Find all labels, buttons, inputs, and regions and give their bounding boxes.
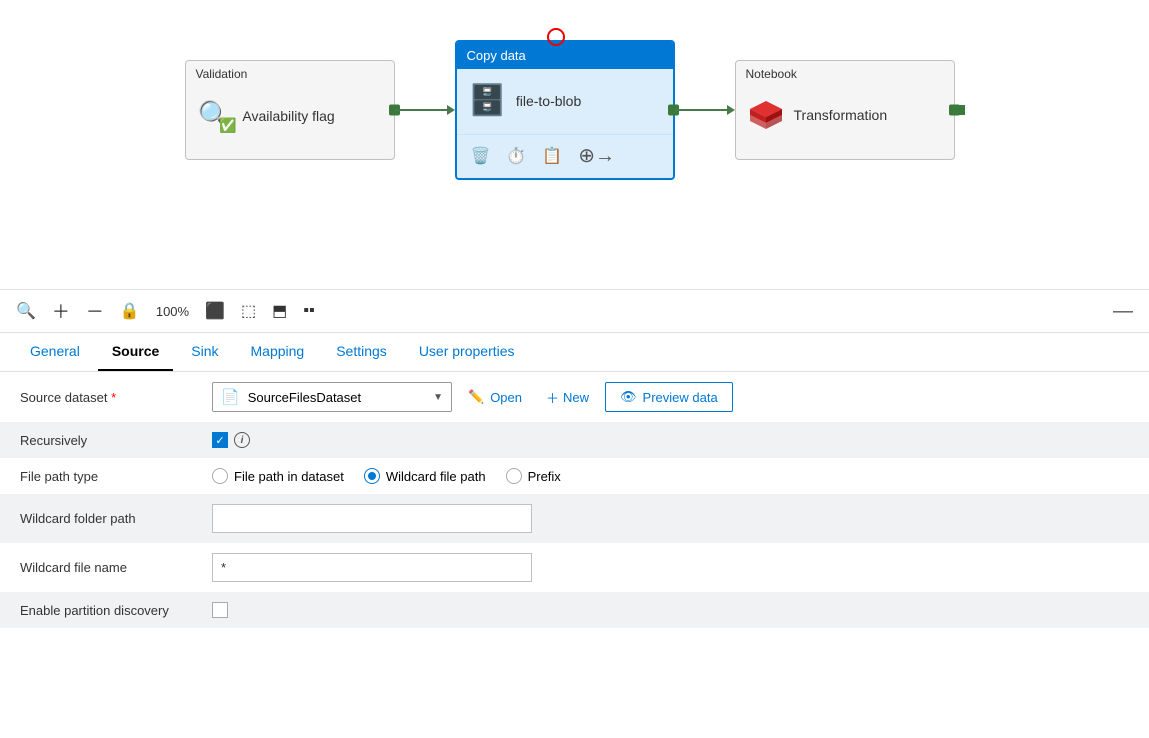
notebook-node-label: Transformation [794,107,888,123]
copy-node-error-indicator [547,28,565,46]
new-button[interactable]: ＋ New [538,383,597,412]
search-toolbar-icon[interactable]: 🔍 [16,301,36,321]
pipeline-canvas: Validation 🔍✅ Availability flag Copy dat… [0,0,1149,290]
source-dataset-label: Source dataset * [20,390,200,405]
notebook-node[interactable]: Notebook Transformation [735,60,955,160]
copy-node-icon: 🗄️ [469,83,506,118]
source-dataset-control: 📄 SourceFilesDataset ▼ ✏️ Open ＋ New 👁 P… [212,382,1129,412]
validation-node-label: Availability flag [242,108,334,124]
recursively-checkbox[interactable]: ✓ [212,432,228,448]
recursively-row: Recursively ✓ i [0,422,1149,458]
tab-source[interactable]: Source [98,333,173,371]
wildcard-folder-control [212,504,1129,533]
file-path-type-label: File path type [20,469,200,484]
file-path-type-control: File path in dataset Wildcard file path … [212,468,1129,484]
auto-layout-icon[interactable]: ⬒ [272,301,287,321]
recursively-label: Recursively [20,433,200,448]
pipeline-row: Validation 🔍✅ Availability flag Copy dat… [0,40,1149,180]
copy-node-title: Copy data [457,42,673,69]
dataset-value: SourceFilesDataset [248,390,425,405]
wildcard-folder-input[interactable] [212,504,532,533]
select-icon[interactable]: ⬚ [241,301,256,321]
zoom-level[interactable]: 100% [156,304,189,319]
tabs-bar: General Source Sink Mapping Settings Use… [0,333,1149,372]
radio-wildcard-label: Wildcard file path [386,469,486,484]
layout-icon[interactable]: ▪▪ [303,302,314,320]
wildcard-file-control [212,553,1129,582]
activity-icon[interactable]: ⏱️ [502,142,530,170]
radio-wildcard-circle[interactable] [364,468,380,484]
arrow-line-2 [675,109,727,111]
connect-icon[interactable]: ⊕→ [574,139,619,172]
dataset-icon: 📄 [221,388,240,406]
plus-icon: ＋ [546,388,559,407]
tab-sink[interactable]: Sink [177,333,232,371]
dropdown-chevron-icon: ▼ [433,392,443,403]
wildcard-folder-row: Wildcard folder path [0,494,1149,543]
recursively-control: ✓ i [212,432,1129,448]
partition-row: Enable partition discovery [0,592,1149,628]
copy-node-body: 🗄️ file-to-blob [457,69,673,132]
recursively-info-icon[interactable]: i [234,432,250,448]
radio-wildcard-file-path[interactable]: Wildcard file path [364,468,486,484]
radio-prefix-label: Prefix [528,469,561,484]
wildcard-file-input[interactable] [212,553,532,582]
validation-icon: 🔍✅ [198,99,233,132]
tab-user-properties[interactable]: User properties [405,333,529,371]
tab-settings[interactable]: Settings [322,333,401,371]
edit-icon: ✏️ [468,389,484,405]
arrow-head-2 [727,105,735,115]
connector-1 [395,105,455,115]
properties-panel: Source dataset * 📄 SourceFilesDataset ▼ … [0,372,1149,628]
file-path-type-row: File path type File path in dataset Wild… [0,458,1149,494]
tab-mapping[interactable]: Mapping [237,333,319,371]
validation-node-title: Validation [186,61,394,85]
open-button[interactable]: ✏️ Open [460,384,530,410]
preview-data-button[interactable]: 👁 Preview data [605,382,733,412]
notebook-right-connector [949,105,960,116]
radio-prefix[interactable]: Prefix [506,468,561,484]
radio-dataset-circle[interactable] [212,468,228,484]
radio-file-path-in-dataset[interactable]: File path in dataset [212,468,344,484]
copy-node-actions: 🗑️ ⏱️ 📋 ⊕→ [457,134,673,176]
delete-icon[interactable]: 🗑️ [467,142,495,170]
notebook-icon [748,99,784,131]
collapse-icon[interactable]: — [1113,300,1133,323]
lock-icon[interactable]: 🔒 [120,301,140,321]
required-star: * [111,390,116,405]
validation-node[interactable]: Validation 🔍✅ Availability flag [185,60,395,160]
partition-label: Enable partition discovery [20,603,200,618]
preview-icon: 👁 [620,389,637,405]
notebook-node-body: Transformation [736,85,954,145]
copy-node[interactable]: Copy data 🗄️ file-to-blob 🗑️ ⏱️ 📋 ⊕→ [455,40,675,180]
fit-screen-icon[interactable]: ⬛ [205,301,225,321]
notebook-node-title: Notebook [736,61,954,85]
arrow-line-1 [395,109,447,111]
partition-checkbox[interactable] [212,602,228,618]
radio-prefix-circle[interactable] [506,468,522,484]
connector-2 [675,105,735,115]
add-icon[interactable]: ＋ [52,298,70,324]
arrow-head-1 [447,105,455,115]
validation-node-body: 🔍✅ Availability flag [186,85,394,146]
clone-icon[interactable]: 📋 [538,142,566,170]
wildcard-folder-label: Wildcard folder path [20,511,200,526]
copy-node-label: file-to-blob [516,93,581,109]
tab-general[interactable]: General [16,333,94,371]
source-dataset-row: Source dataset * 📄 SourceFilesDataset ▼ … [0,372,1149,422]
minus-icon[interactable]: － [86,298,104,324]
partition-control [212,602,1129,618]
wildcard-file-row: Wildcard file name [0,543,1149,592]
canvas-toolbar: 🔍 ＋ － 🔒 100% ⬛ ⬚ ⬒ ▪▪ — [0,290,1149,333]
radio-dataset-label: File path in dataset [234,469,344,484]
dataset-dropdown[interactable]: 📄 SourceFilesDataset ▼ [212,382,452,412]
wildcard-file-label: Wildcard file name [20,560,200,575]
